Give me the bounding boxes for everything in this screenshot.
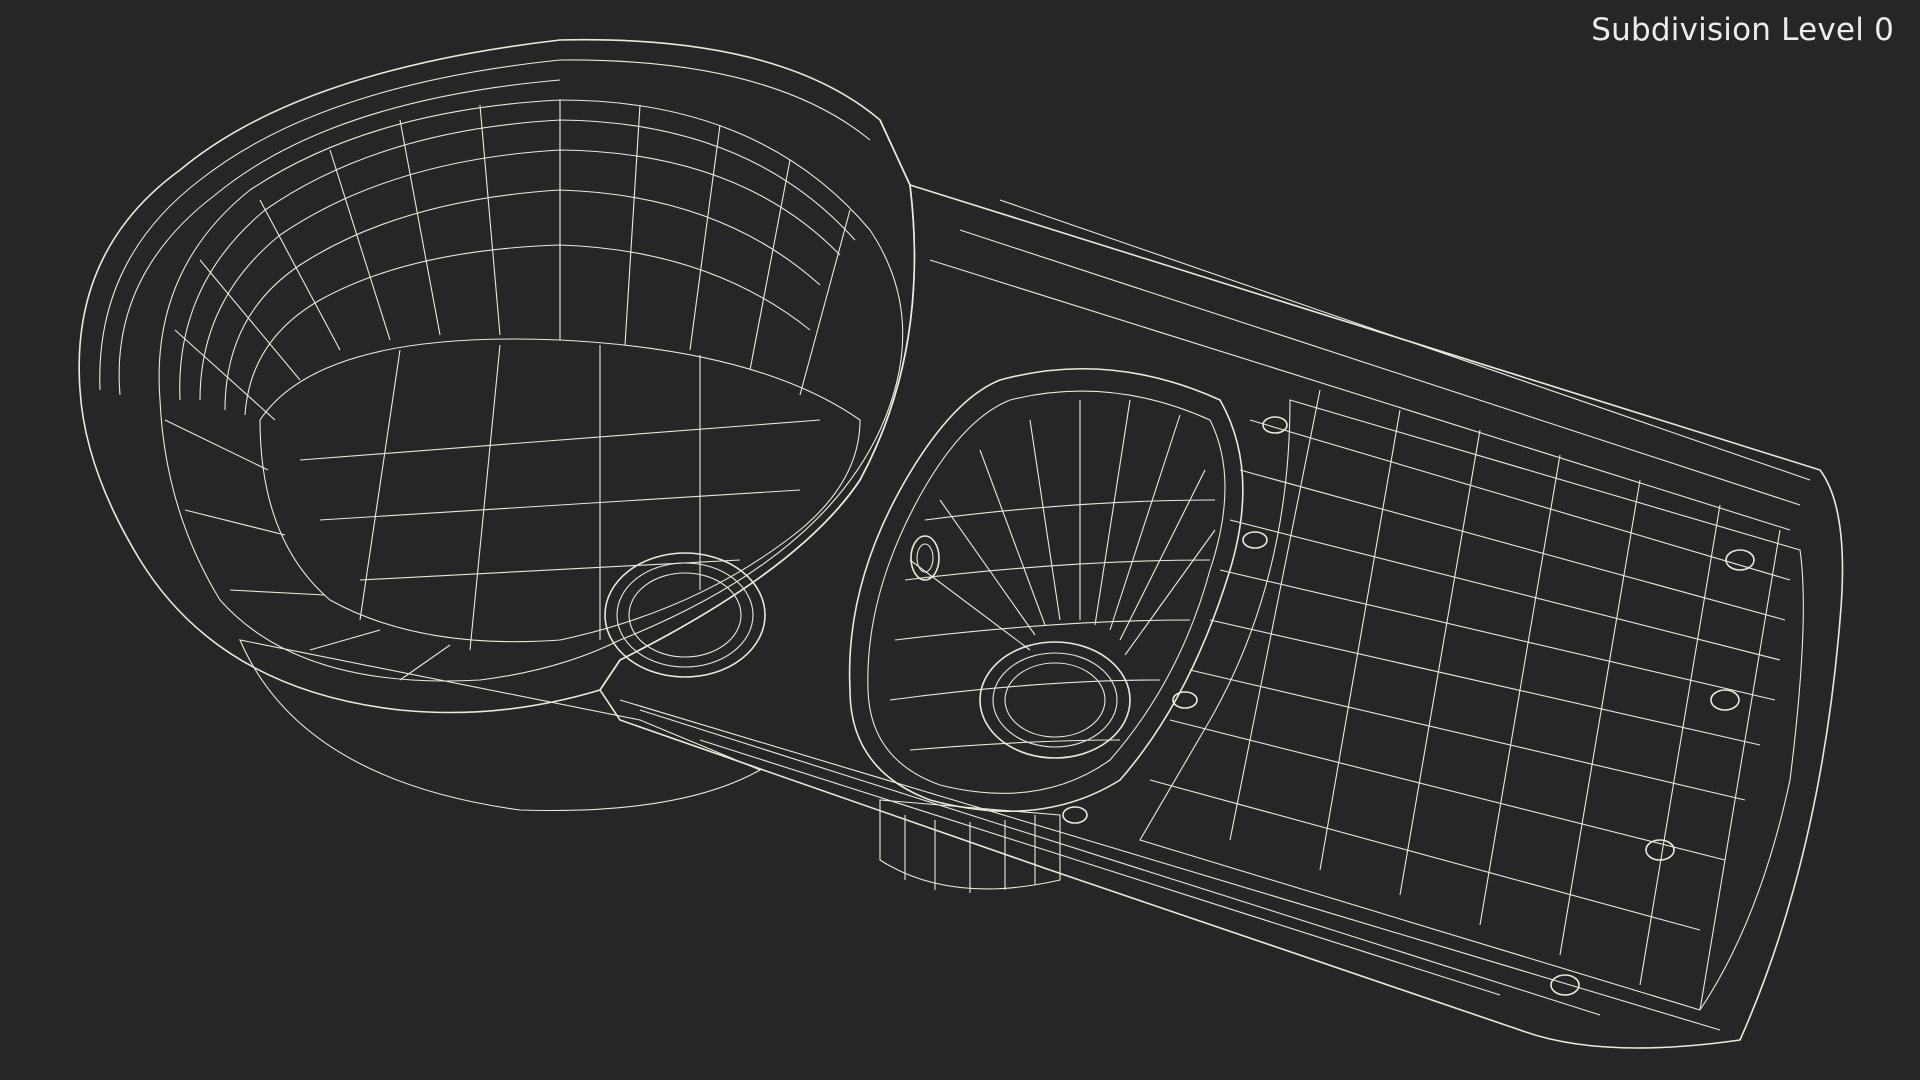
subdivision-level-label: Subdivision Level 0 [1591, 12, 1894, 48]
overflow-hole [910, 535, 940, 581]
sink-wireframe-render [78, 38, 1844, 1049]
large-round-bowl [78, 38, 916, 812]
drain-hole-small [979, 641, 1131, 759]
drain-hole-large [604, 552, 766, 678]
3d-viewport[interactable]: Subdivision Level 0 [0, 0, 1920, 1080]
small-oval-bowl [848, 367, 1244, 812]
drainboard [599, 119, 1844, 1049]
